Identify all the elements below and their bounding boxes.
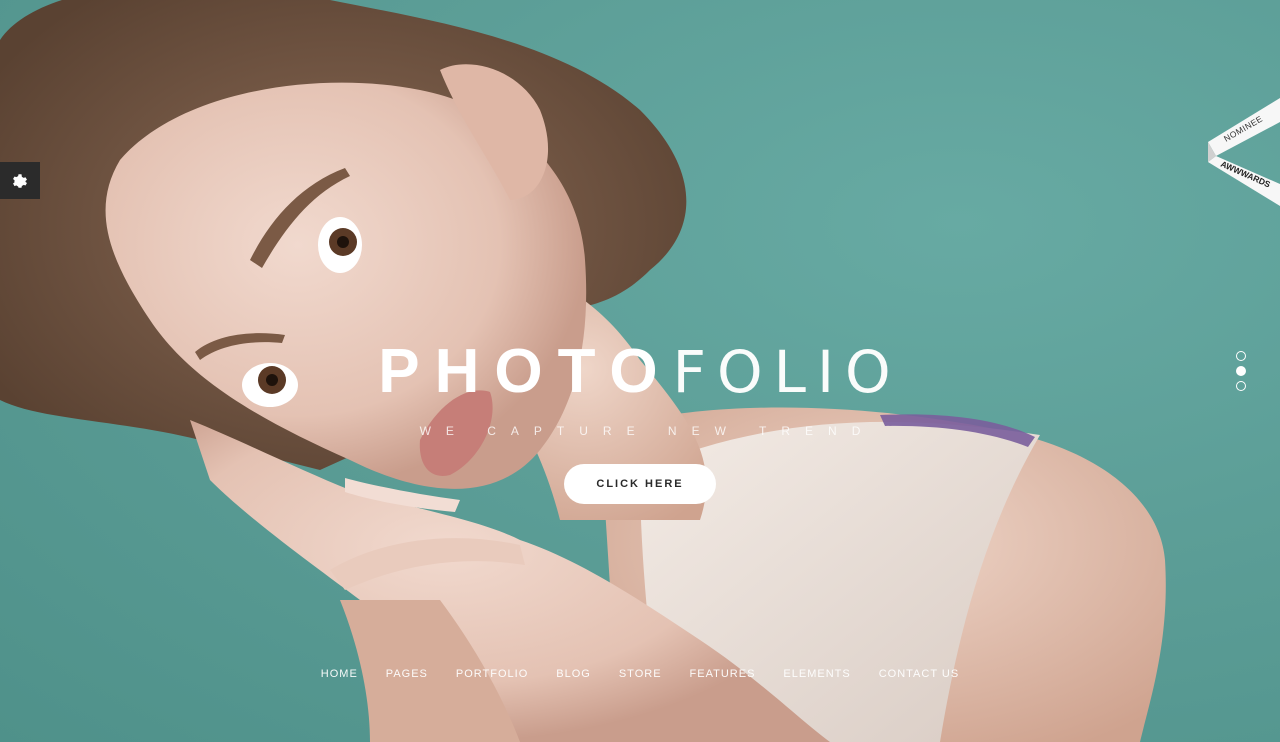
hero-tagline: WE CAPTURE NEW TREND bbox=[419, 424, 876, 438]
nav-contact-us[interactable]: CONTACT US bbox=[879, 668, 960, 680]
nav-home[interactable]: HOME bbox=[321, 668, 358, 680]
main-navigation: HOME PAGES PORTFOLIO BLOG STORE FEATURES… bbox=[0, 668, 1280, 680]
nav-store[interactable]: STORE bbox=[619, 668, 662, 680]
nav-blog[interactable]: BLOG bbox=[556, 668, 591, 680]
nav-pages[interactable]: PAGES bbox=[386, 668, 428, 680]
awwwards-nominee-ribbon[interactable]: NOMINEE AWWWARDS bbox=[1204, 96, 1280, 206]
settings-toggle-button[interactable] bbox=[0, 162, 40, 199]
nav-features[interactable]: FEATURES bbox=[690, 668, 756, 680]
hero-title: PHOTOFOLIO bbox=[0, 336, 1280, 408]
hero-title-light: FOLIO bbox=[672, 338, 902, 406]
gear-icon bbox=[13, 173, 27, 188]
click-here-button[interactable]: CLICK HERE bbox=[564, 464, 716, 504]
hero-section: NOMINEE AWWWARDS PHOTOFOLIO WE CAPTURE N… bbox=[0, 0, 1280, 742]
nav-elements[interactable]: ELEMENTS bbox=[783, 668, 850, 680]
nav-portfolio[interactable]: PORTFOLIO bbox=[456, 668, 528, 680]
hero-title-bold: PHOTO bbox=[378, 337, 673, 406]
